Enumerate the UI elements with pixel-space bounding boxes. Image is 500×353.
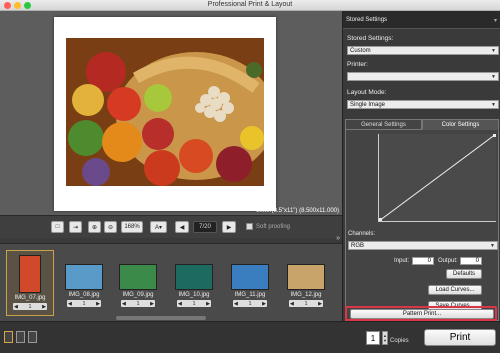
layout-mode-dropdown[interactable]: Single Image ▼ — [347, 100, 499, 109]
thumbnail-image — [119, 264, 157, 290]
copies-stepper[interactable]: ▲ ▼ — [382, 331, 388, 345]
thumbnail-name: IMG_10.jpg — [178, 292, 210, 298]
channels-dropdown[interactable]: RGB ▼ — [348, 241, 498, 250]
window-title: Professional Print & Layout — [207, 1, 293, 8]
add-page-icon[interactable]: □ — [51, 221, 64, 233]
app-window: Professional Print & Layout Letter(8.5"x… — [0, 0, 500, 353]
thumbnail-item[interactable]: IMG_12.jpg ◀ 1 ▶ — [282, 250, 330, 316]
bottom-bar: 1 ▲ ▼ Copies Print — [0, 321, 500, 353]
thumbnail-item[interactable]: IMG_08.jpg ◀ 1 ▶ — [60, 250, 108, 316]
zoom-level-value: 168% — [124, 224, 140, 230]
print-button[interactable]: Print — [424, 329, 496, 346]
page-indicator: 7/20 — [193, 221, 217, 233]
soft-proofing-label: Soft proofing — [256, 223, 291, 230]
copy-counter[interactable]: ◀ 1 ▶ — [13, 303, 47, 310]
thumbnail-name: IMG_07.jpg — [14, 295, 46, 301]
copy-count: 1 — [192, 300, 196, 307]
channels-value: RGB — [351, 243, 365, 249]
copy-count: 1 — [304, 300, 308, 307]
thumbnail-image — [287, 264, 325, 290]
color-settings-content: Channels: RGB ▼ Input: 0 Output: 0 Defau… — [345, 130, 499, 321]
channels-label: Channels: — [348, 231, 376, 237]
thumbnail-name: IMG_12.jpg — [290, 292, 322, 298]
thumbnail-image — [175, 264, 213, 290]
thumbnail-image — [65, 264, 103, 290]
soft-proofing-toggle[interactable]: Soft proofing — [246, 223, 290, 230]
printer-label: Printer: — [347, 61, 368, 68]
single-view-icon[interactable] — [4, 331, 13, 343]
layout-mode-label: Layout Mode: — [347, 89, 387, 96]
dropdown-arrow-icon: ▼ — [491, 74, 496, 80]
thumbnail-item[interactable]: IMG_07.jpg ◀ 1 ▶ — [6, 250, 54, 316]
orientation-icon[interactable]: A▾ — [150, 221, 167, 233]
next-page-arrow-icon[interactable]: ▶ — [222, 221, 236, 233]
title-bar: Professional Print & Layout — [0, 0, 500, 11]
copy-count: 1 — [136, 300, 140, 307]
thumbnail-image — [231, 264, 269, 290]
copy-counter[interactable]: ◀ 1 ▶ — [67, 300, 101, 307]
export-page-icon[interactable]: ⇥ — [69, 221, 82, 233]
thumbnail-item[interactable]: IMG_10.jpg ◀ 1 ▶ — [170, 250, 218, 316]
thumbnail-item[interactable]: IMG_09.jpg ◀ 1 ▶ — [114, 250, 162, 316]
settings-panel-header[interactable]: Stored Settings ▾ — [343, 11, 500, 29]
copy-counter[interactable]: ◀ 1 ▶ — [233, 300, 267, 307]
print-preview-area: Letter(8.5"x11") (8.500x11.000) — [0, 11, 342, 215]
load-curves-button[interactable]: Load Curves... — [428, 285, 482, 295]
zoom-in-icon[interactable]: ⊕ — [88, 221, 101, 233]
tone-curve-graph[interactable] — [378, 133, 497, 222]
paper-size-label: Letter(8.5"x11") (8.500x11.000) — [256, 208, 339, 214]
settings-panel: Stored Settings ▾ Stored Settings: Custo… — [342, 11, 500, 321]
stored-settings-label: Stored Settings: — [347, 35, 394, 42]
collapse-panel-icon[interactable]: ▾ — [494, 17, 497, 24]
copy-counter[interactable]: ◀ 1 ▶ — [289, 300, 323, 307]
thumbnail-strip: IMG_07.jpg ◀ 1 ▶ IMG_08.jpg ◀ 1 ▶ IMG_09.jpg… — [0, 243, 342, 321]
output-label: Output: — [438, 258, 458, 264]
tab-color-settings[interactable]: Color Settings — [422, 119, 499, 130]
thumbnail-name: IMG_11.jpg — [234, 292, 266, 298]
dropdown-arrow-icon: ▼ — [491, 102, 496, 108]
copy-counter[interactable]: ◀ 1 ▶ — [177, 300, 211, 307]
settings-panel-title: Stored Settings — [346, 17, 388, 23]
copy-count: 1 — [82, 300, 86, 307]
collapse-chevron-icon[interactable]: » — [336, 235, 340, 242]
tab-general-settings[interactable]: General Settings — [345, 119, 422, 130]
dropdown-arrow-icon: ▼ — [490, 243, 495, 249]
layout-mode-value: Single Image — [350, 102, 386, 108]
paper-preview — [54, 17, 276, 211]
copy-count: 1 — [28, 303, 32, 310]
copies-field[interactable]: 1 — [366, 331, 380, 345]
output-field[interactable]: 0 — [460, 257, 482, 265]
printer-dropdown[interactable]: ▼ — [347, 72, 499, 81]
thumbnail-name: IMG_08.jpg — [68, 292, 100, 298]
thumbnail-name: IMG_09.jpg — [122, 292, 154, 298]
soft-proofing-checkbox[interactable] — [246, 223, 253, 230]
zoom-level-dropdown[interactable]: 168% — [121, 221, 143, 233]
thumbnail-item[interactable]: IMG_11.jpg ◀ 1 ▶ — [226, 250, 274, 316]
preview-toolbar: □ ⇥ ⊕ ⊖ 168% A▾ ◀ 7/20 ▶ Soft proofing — [0, 215, 342, 238]
pattern-print-button[interactable]: Pattern Print... — [350, 309, 494, 319]
copies-label: Copies — [390, 338, 409, 344]
stored-settings-dropdown[interactable]: Custom ▼ — [347, 46, 499, 55]
copy-count: 1 — [248, 300, 252, 307]
input-field[interactable]: 0 — [412, 257, 434, 265]
defaults-button[interactable]: Defaults — [446, 269, 482, 279]
compare-view-icon[interactable] — [28, 331, 37, 343]
split-view-icon[interactable] — [16, 331, 25, 343]
copy-counter[interactable]: ◀ 1 ▶ — [121, 300, 155, 307]
thumbnail-image — [19, 255, 41, 293]
thumbnail-scrollbar[interactable] — [116, 316, 206, 320]
input-label: Input: — [394, 258, 410, 264]
preview-image[interactable] — [66, 38, 264, 186]
previous-page-arrow-icon[interactable]: ◀ — [175, 221, 189, 233]
copies-control: 1 ▲ ▼ Copies — [366, 331, 409, 345]
zoom-out-icon[interactable]: ⊖ — [104, 221, 117, 233]
stored-settings-value: Custom — [350, 48, 371, 54]
page-number: 7/20 — [199, 224, 211, 230]
settings-tabs: General Settings Color Settings — [345, 119, 499, 130]
dropdown-arrow-icon: ▼ — [491, 48, 496, 54]
